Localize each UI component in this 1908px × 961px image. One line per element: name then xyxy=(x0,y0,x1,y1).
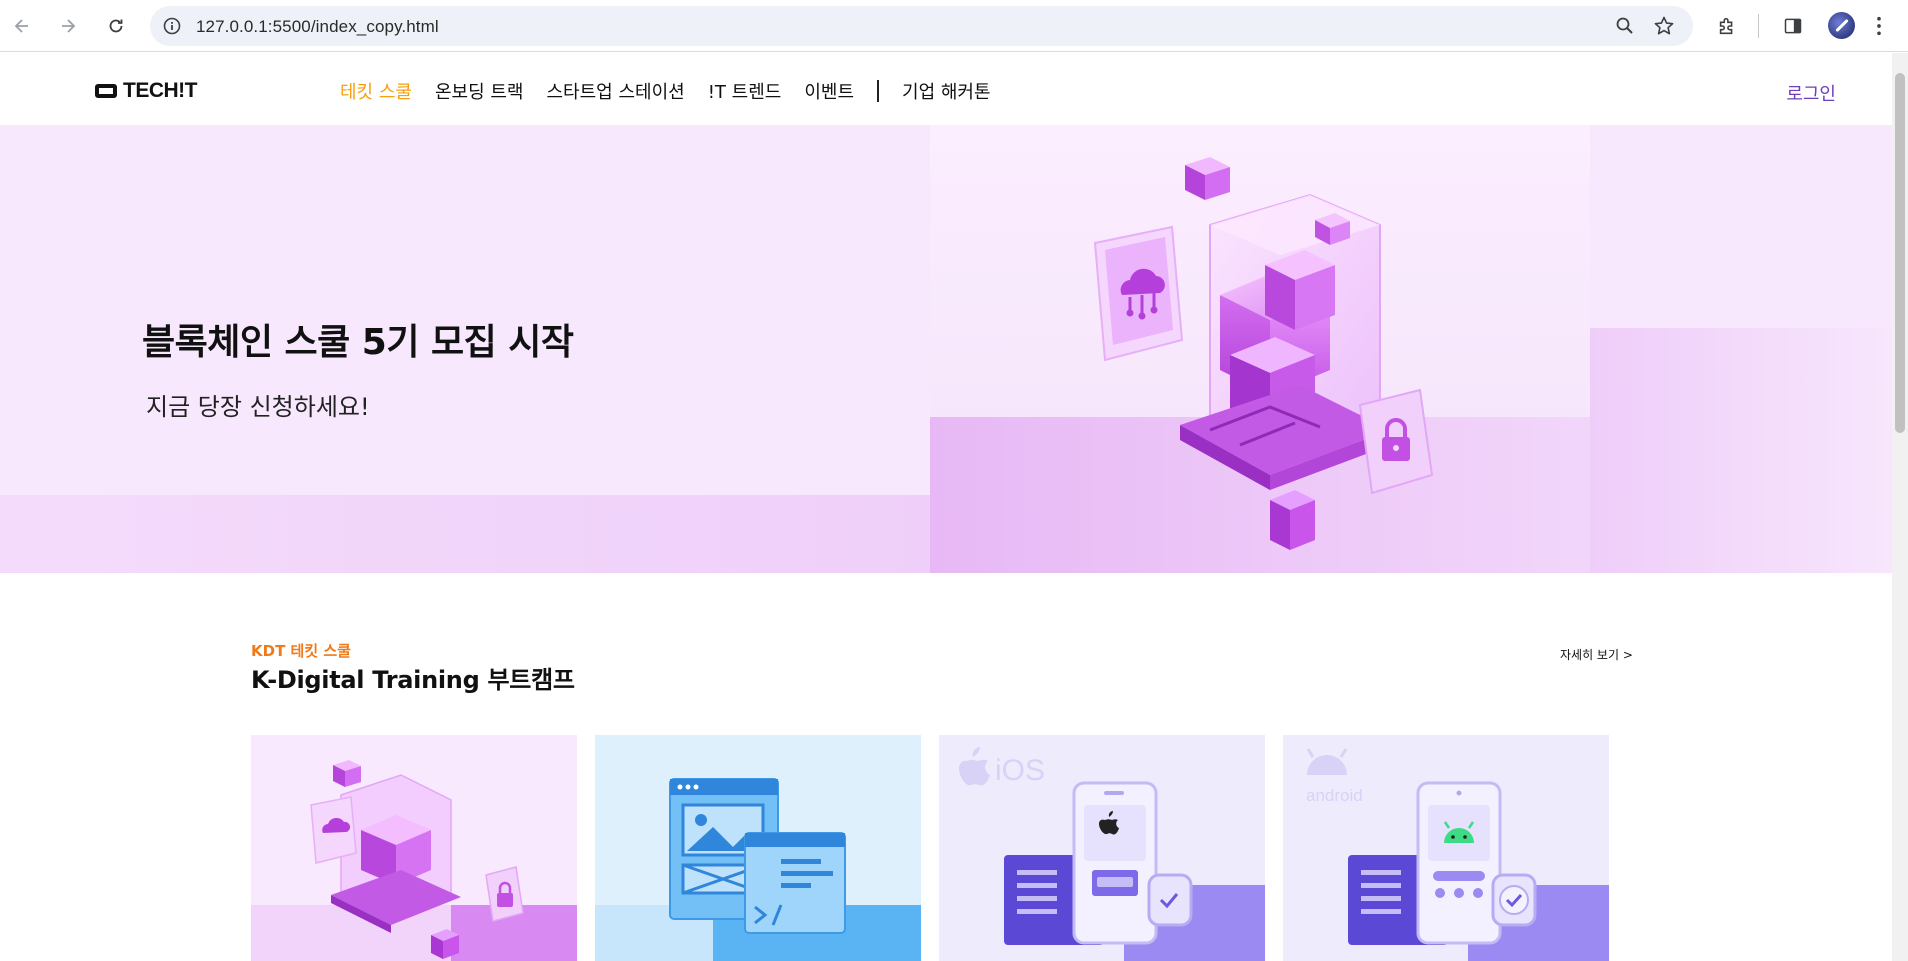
side-panel-icon[interactable] xyxy=(1780,13,1806,39)
section-kicker: KDT 테킷 스쿨 xyxy=(251,642,351,660)
hero-title: 블록체인 스쿨 5기 모집 시작 xyxy=(142,322,574,363)
reload-icon[interactable] xyxy=(102,12,130,40)
browser-toolbar: 127.0.0.1:5500/index_copy.html xyxy=(0,0,1908,52)
course-card-blockchain[interactable] xyxy=(251,735,577,961)
nav-item-startup-station[interactable]: 스타트업 스테이션 xyxy=(547,78,685,104)
site-info-icon[interactable] xyxy=(162,16,182,36)
nav-item-event[interactable]: 이벤트 xyxy=(804,78,854,104)
zoom-icon[interactable] xyxy=(1615,16,1635,36)
back-arrow-icon[interactable] xyxy=(8,12,36,40)
main-nav: 테킷 스쿨 온보딩 트랙 스타트업 스테이션 !T 트렌드 이벤트 기업 해커톤 xyxy=(340,78,1014,104)
course-card-ios[interactable]: iOS xyxy=(939,735,1265,961)
hero-right-band xyxy=(1590,328,1892,573)
nav-item-techit-school[interactable]: 테킷 스쿨 xyxy=(340,78,412,104)
toolbar-divider xyxy=(1758,14,1759,38)
course-card-android[interactable]: android xyxy=(1283,735,1609,961)
nav-item-onboarding-track[interactable]: 온보딩 트랙 xyxy=(435,78,524,104)
login-link[interactable]: 로그인 xyxy=(1786,80,1836,106)
blockchain-cube-illustration xyxy=(251,735,577,961)
site-logo[interactable]: TECH!T xyxy=(95,79,198,103)
hero-floor-band xyxy=(0,495,930,573)
ios-label: iOS xyxy=(995,754,1045,787)
nav-item-it-trend[interactable]: !T 트렌드 xyxy=(708,78,782,104)
see-more-link[interactable]: 자세히 보기 > xyxy=(1560,646,1633,663)
page-scrollbar[interactable] xyxy=(1892,53,1908,961)
extensions-icon[interactable] xyxy=(1714,13,1740,39)
blockchain-cube-illustration xyxy=(1093,157,1434,550)
scrollbar-thumb[interactable] xyxy=(1895,73,1905,433)
android-label: android xyxy=(1306,786,1363,805)
kebab-menu-icon[interactable] xyxy=(1872,13,1886,39)
logo-mark-icon xyxy=(95,82,117,98)
nav-divider xyxy=(877,80,880,102)
profile-avatar[interactable] xyxy=(1828,12,1855,39)
nav-item-hackathon[interactable]: 기업 해커톤 xyxy=(902,78,991,104)
hero-banner[interactable]: 블록체인 스쿨 5기 모집 시작 지금 당장 신청하세요! xyxy=(0,125,1892,573)
hero-subtitle: 지금 당장 신청하세요! xyxy=(146,393,370,421)
address-bar[interactable]: 127.0.0.1:5500/index_copy.html xyxy=(150,6,1693,46)
android-phone-illustration: android xyxy=(1283,735,1609,961)
logo-text: TECH!T xyxy=(123,79,198,102)
url-text[interactable]: 127.0.0.1:5500/index_copy.html xyxy=(196,17,439,37)
section-title: K-Digital Training 부트캠프 xyxy=(251,666,575,694)
ios-phone-illustration: iOS xyxy=(939,735,1265,961)
course-card-web[interactable] xyxy=(595,735,921,961)
bookmark-star-icon[interactable] xyxy=(1653,15,1675,37)
web-browser-illustration xyxy=(595,735,921,961)
site-header: TECH!T 테킷 스쿨 온보딩 트랙 스타트업 스테이션 !T 트렌드 이벤트… xyxy=(0,53,1892,125)
forward-arrow-icon[interactable] xyxy=(54,12,82,40)
